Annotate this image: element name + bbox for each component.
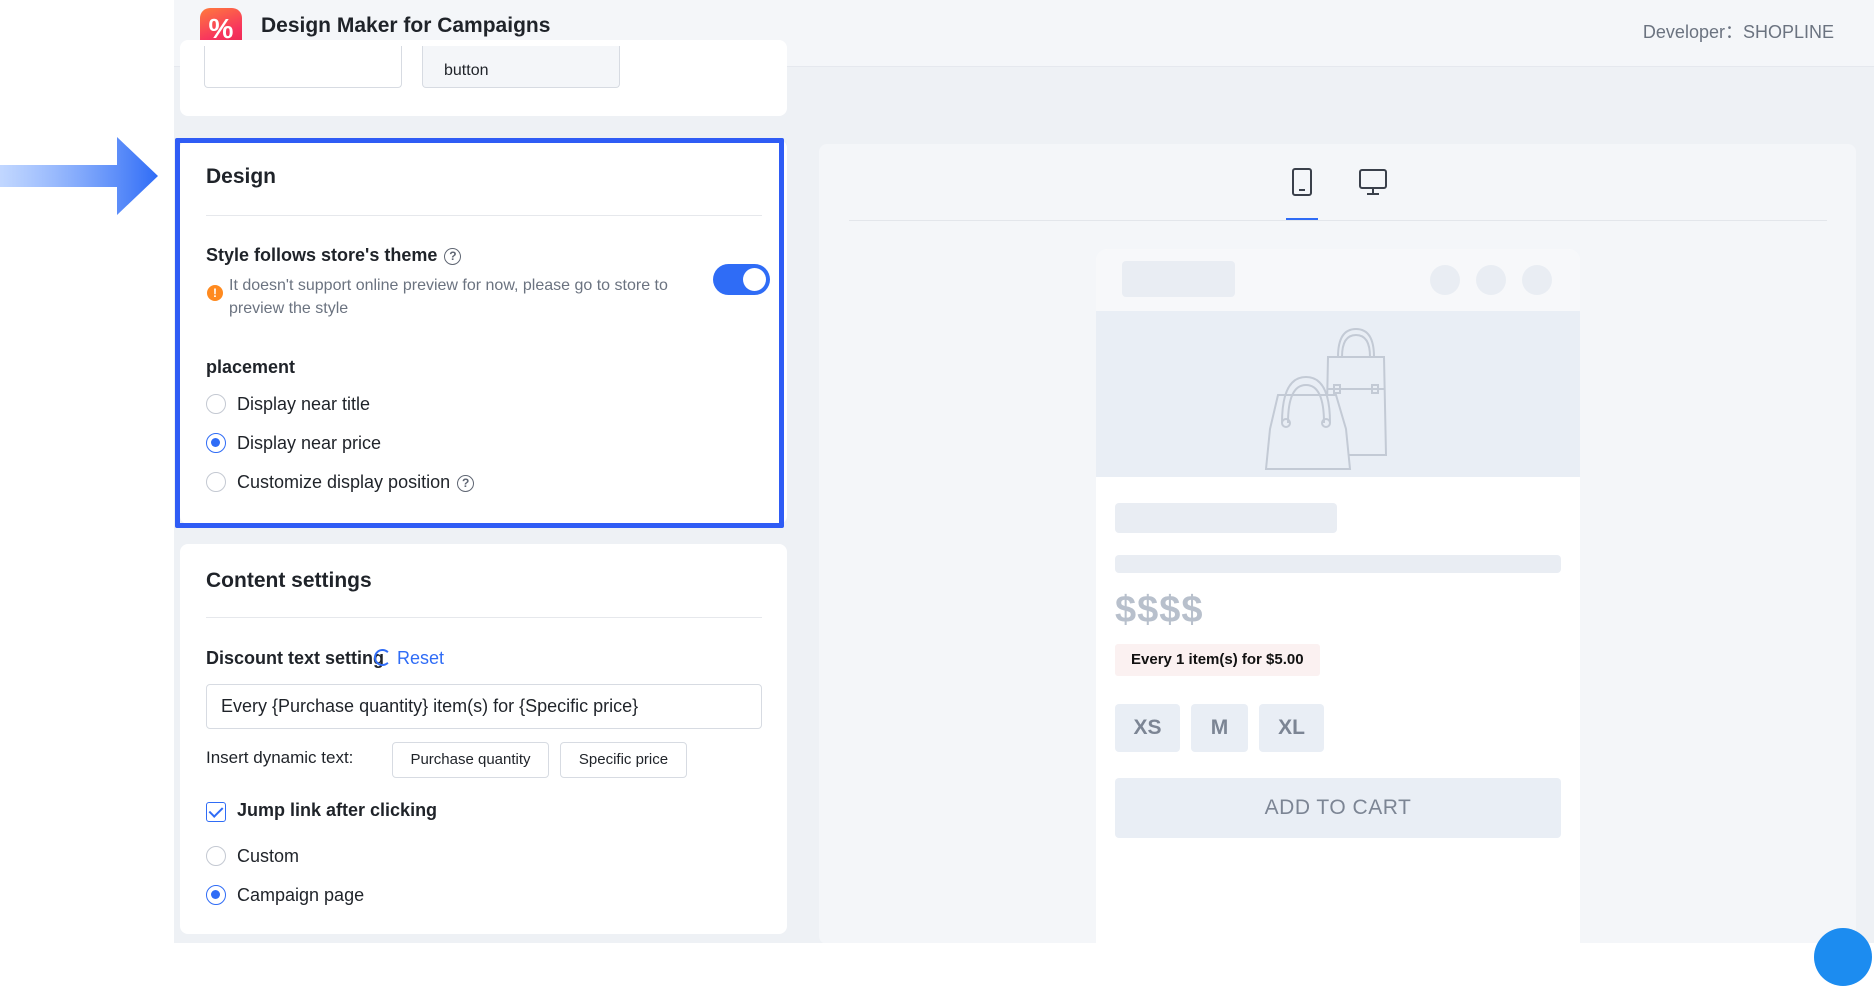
previous-settings-card: button [180, 40, 787, 116]
content-settings-title: Content settings [206, 569, 372, 592]
header-icon-placeholder [1430, 265, 1460, 295]
preview-panel: $$$$ Every 1 item(s) for $5.00 XS M XL A… [819, 144, 1856, 943]
desktop-icon[interactable] [1356, 164, 1390, 200]
specific-price-chip[interactable]: Specific price [560, 742, 687, 778]
reset-button[interactable]: Reset [374, 648, 444, 669]
preview-header [1096, 249, 1580, 311]
radio-button[interactable] [206, 846, 226, 866]
tabs-divider [849, 220, 1827, 221]
shopping-bags-icon [1264, 327, 1388, 470]
discount-text-input[interactable]: Every {Purchase quantity} item(s) for {S… [206, 684, 762, 729]
logo-placeholder [1122, 261, 1235, 297]
add-to-cart-button[interactable]: ADD TO CART [1115, 778, 1561, 838]
button-style-option[interactable]: button [422, 46, 620, 88]
help-chat-button[interactable] [1814, 928, 1872, 986]
mobile-icon[interactable] [1285, 164, 1319, 200]
app-title: Design Maker for Campaigns [261, 14, 551, 37]
header-icon-placeholder [1476, 265, 1506, 295]
text-field[interactable] [204, 46, 402, 88]
reset-label: Reset [397, 648, 445, 668]
mobile-preview: $$$$ Every 1 item(s) for $5.00 XS M XL A… [1096, 249, 1580, 943]
radio-label: Campaign page [237, 885, 365, 905]
refresh-icon [374, 649, 391, 666]
app-window: % Design Maker for Campaigns Developer：S… [174, 0, 1874, 943]
product-image-placeholder [1096, 311, 1580, 477]
price-placeholder: $$$$ [1115, 589, 1204, 631]
title-placeholder [1115, 503, 1337, 533]
radio-label: Custom [237, 846, 300, 866]
size-option[interactable]: XS [1115, 704, 1180, 752]
insert-dynamic-text-label: Insert dynamic text: [206, 748, 354, 767]
developer-label: Developer：SHOPLINE [1642, 22, 1834, 42]
highlight-frame [175, 138, 784, 528]
jump-link-label: Jump link after clicking [237, 800, 438, 820]
discount-tag: Every 1 item(s) for $5.00 [1115, 644, 1320, 676]
divider [206, 617, 762, 618]
jump-link-checkbox[interactable] [206, 802, 226, 822]
discount-text-label: Discount text setting [206, 648, 385, 668]
pointer-arrow-icon [0, 137, 158, 215]
header-icon-placeholder [1522, 265, 1552, 295]
purchase-quantity-chip[interactable]: Purchase quantity [392, 742, 549, 778]
radio-button-selected[interactable] [206, 885, 226, 905]
subtitle-placeholder [1115, 555, 1561, 573]
content-settings-card: Content settings Discount text setting R… [180, 544, 787, 934]
size-option[interactable]: XL [1259, 704, 1324, 752]
size-option[interactable]: M [1191, 704, 1248, 752]
